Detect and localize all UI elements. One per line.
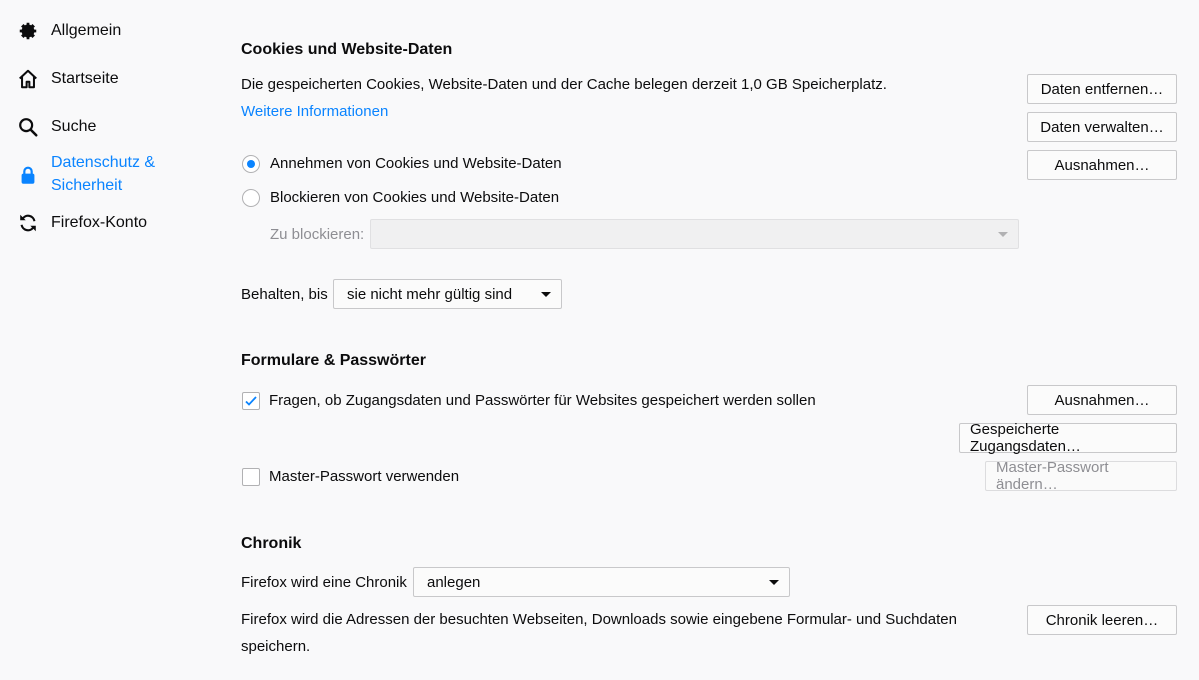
saved-logins-button[interactable]: Gespeicherte Zugangsdaten… [959,421,1177,455]
sync-icon [16,211,40,235]
history-mode-value: anlegen [427,573,481,591]
ask-save-logins-label[interactable]: Fragen, ob Zugangsdaten und Passwörter f… [269,391,816,411]
history-description-line2: speichern. [241,638,311,655]
keep-until-label: Behalten, bis [241,286,328,303]
history-mode-select[interactable]: anlegen [413,567,790,597]
sidebar-item-search[interactable]: Suche [16,115,96,139]
accept-cookies-radio[interactable] [242,155,260,173]
clear-data-button[interactable]: Daten entfernen… [1027,74,1177,104]
history-description-line1: Firefox wird die Adressen der besuchten … [241,611,957,628]
more-info-link[interactable]: Weitere Informationen [241,102,388,122]
chevron-down-icon [541,292,551,297]
search-icon [16,115,40,139]
change-master-password-button: Master-Passwort ändern… [985,459,1177,493]
keep-until-select[interactable]: sie nicht mehr gültig sind [333,279,562,309]
gear-icon [16,19,40,43]
sidebar-item-privacy[interactable]: Datenschutz & Sicherheit [16,151,155,197]
block-type-select [370,219,1019,249]
sidebar-item-general[interactable]: Allgemein [16,19,121,43]
sidebar-item-label: Allgemein [51,22,122,39]
cookies-heading: Cookies und Website-Daten [241,41,453,58]
sidebar-item-label: Startseite [51,70,119,87]
cookies-description: Die gespeicherten Cookies, Website-Daten… [241,76,887,93]
sidebar-item-label: Suche [51,118,97,135]
history-mode-label: Firefox wird eine Chronik [241,574,407,591]
accept-cookies-label[interactable]: Annehmen von Cookies und Website-Daten [270,154,562,174]
chevron-down-icon [998,232,1008,237]
manage-data-button[interactable]: Daten verwalten… [1027,112,1177,142]
sidebar-item-home[interactable]: Startseite [16,67,119,91]
forms-heading: Formulare & Passwörter [241,352,426,369]
master-password-label[interactable]: Master-Passwort verwenden [269,467,459,487]
lock-icon [16,163,40,187]
master-password-checkbox[interactable] [242,468,260,486]
block-cookies-radio[interactable] [242,189,260,207]
clear-history-button[interactable]: Chronik leeren… [1027,605,1177,635]
block-type-label: Zu blockieren: [270,226,365,243]
history-heading: Chronik [241,535,302,552]
sidebar-item-label: Datenschutz & Sicherheit [51,154,156,194]
ask-save-logins-checkbox[interactable] [242,392,260,410]
block-cookies-label[interactable]: Blockieren von Cookies und Website-Daten [270,188,559,208]
cookie-exceptions-button[interactable]: Ausnahmen… [1027,150,1177,180]
sidebar-item-firefox-account[interactable]: Firefox-Konto [16,211,147,235]
sidebar-item-label: Firefox-Konto [51,214,148,231]
login-exceptions-button[interactable]: Ausnahmen… [1027,385,1177,415]
home-icon [16,67,40,91]
chevron-down-icon [769,580,779,585]
keep-until-value: sie nicht mehr gültig sind [347,285,513,303]
checkmark-icon [245,396,257,406]
